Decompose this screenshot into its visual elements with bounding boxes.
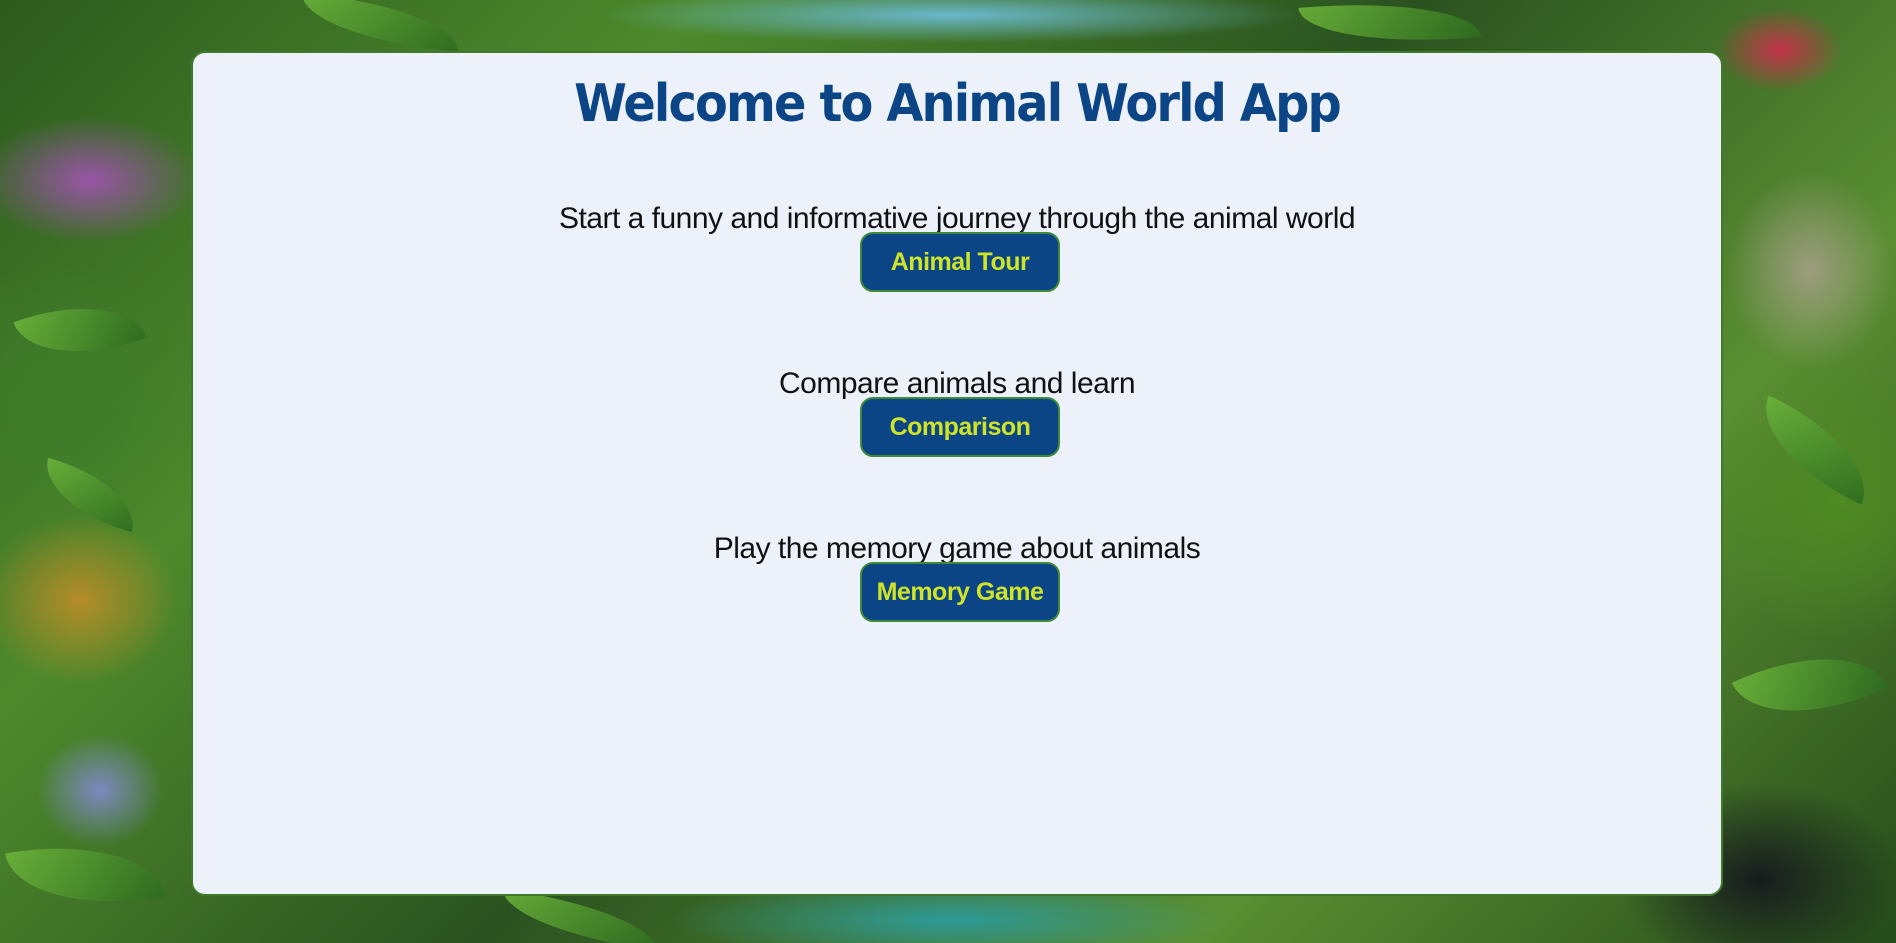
comparison-button[interactable]: Comparison (860, 397, 1060, 457)
page-title: Welcome to Animal World App (574, 74, 1342, 134)
animal-tour-button[interactable]: Animal Tour (860, 232, 1060, 292)
comparison-description: Compare animals and learn (778, 367, 1136, 400)
memory-game-button[interactable]: Memory Game (860, 562, 1060, 622)
memory-game-description: Play the memory game about animals (713, 532, 1201, 565)
main-card: Welcome to Animal World App Start a funn… (191, 51, 1723, 896)
animal-tour-description: Start a funny and informative journey th… (558, 202, 1356, 235)
